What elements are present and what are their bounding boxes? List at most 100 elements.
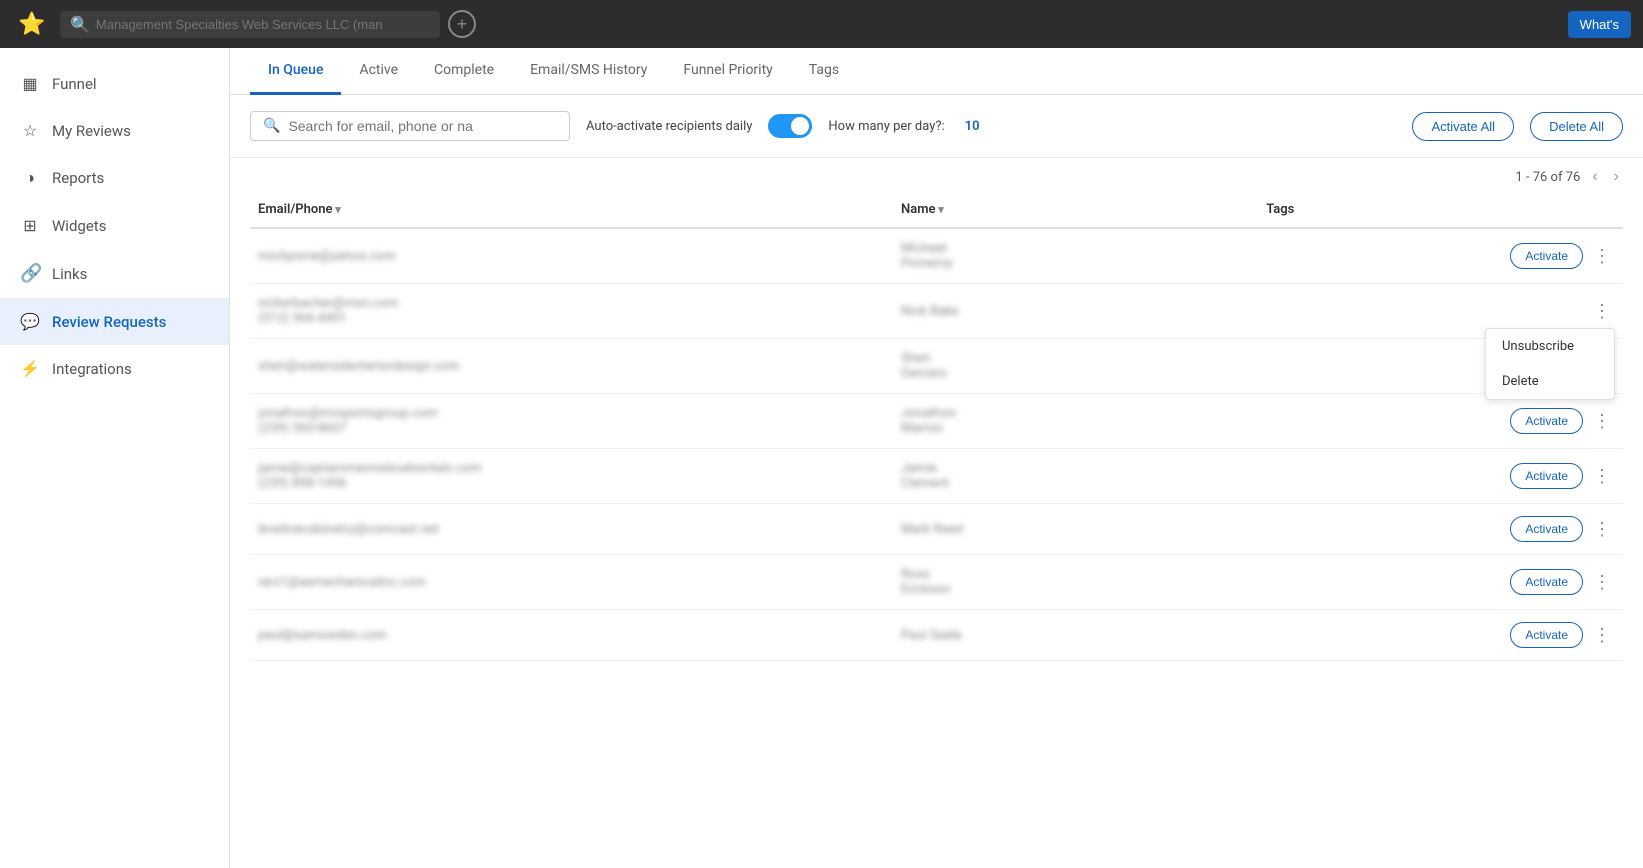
how-many-label: How many per day?: <box>828 119 944 134</box>
sidebar-item-integrations[interactable]: ⚡ Integrations <box>0 345 229 392</box>
cell-email-phone: paul@samowden.com <box>250 610 893 661</box>
cell-tags <box>1258 610 1473 661</box>
more-options-button[interactable]: ⋮ <box>1589 571 1615 593</box>
cell-email-phone: rars1@aemechanicalinc.com <box>250 555 893 610</box>
more-options-button[interactable]: ⋮ <box>1589 518 1615 540</box>
table-container: Email/Phone Name Tags michpome@yahoo.com… <box>230 192 1643 868</box>
dropdown-delete[interactable]: Delete <box>1486 364 1614 399</box>
sidebar-item-label: Funnel <box>52 75 97 93</box>
table-row: jonathon@mvsportsgroup.com(239) 360-8607… <box>250 394 1623 449</box>
topbar-search-box[interactable]: 🔍 <box>60 11 440 38</box>
tab-in-queue[interactable]: In Queue <box>250 48 341 95</box>
more-options-button[interactable]: ⋮ <box>1589 410 1615 432</box>
table-row: levelinecabinetry@comcast.netMark Reed A… <box>250 504 1623 555</box>
cell-email-phone: nickerbacher@msn.com(512) 366-4401 <box>250 284 893 339</box>
cell-email-phone: sheri@watersidenteriordesign.com <box>250 339 893 394</box>
sidebar-item-label: Widgets <box>52 217 106 235</box>
pagination-row: 1 - 76 of 76 ‹ › <box>230 158 1643 192</box>
cell-actions: Activate ⋮ <box>1473 610 1623 661</box>
cell-tags <box>1258 449 1473 504</box>
sidebar-item-label: Links <box>52 265 87 283</box>
pagination-next-button[interactable]: › <box>1610 166 1623 188</box>
cell-name: RossErickson <box>893 555 1258 610</box>
cell-name: JonathonMarron <box>893 394 1258 449</box>
auto-activate-toggle[interactable] <box>768 114 812 138</box>
pagination-prev-button[interactable]: ‹ <box>1588 166 1601 188</box>
sidebar-item-widgets[interactable]: ⊞ Widgets <box>0 202 229 249</box>
cell-tags <box>1258 339 1473 394</box>
tab-complete[interactable]: Complete <box>416 48 512 95</box>
row-dropdown-menu: Unsubscribe Delete <box>1485 328 1615 400</box>
cell-name: JamieClement <box>893 449 1258 504</box>
sidebar-item-label: My Reviews <box>52 122 131 140</box>
dropdown-unsubscribe[interactable]: Unsubscribe <box>1486 329 1614 364</box>
cell-actions: Activate ⋮ <box>1473 504 1623 555</box>
search-box[interactable]: 🔍 <box>250 111 570 141</box>
tab-active[interactable]: Active <box>341 48 416 95</box>
cell-email-phone: jonathon@mvsportsgroup.com(239) 360-8607 <box>250 394 893 449</box>
more-options-button[interactable]: ⋮ <box>1589 300 1615 322</box>
cell-tags <box>1258 394 1473 449</box>
cell-actions: Activate ⋮ <box>1473 228 1623 284</box>
how-many-value: 10 <box>965 119 980 134</box>
table-row: michpome@yahoo.comMichaelPomeroy Activat… <box>250 228 1623 284</box>
col-name[interactable]: Name <box>893 192 1258 228</box>
col-actions <box>1473 192 1623 228</box>
cell-actions: Activate ⋮ <box>1473 394 1623 449</box>
activate-button[interactable]: Activate <box>1510 408 1583 434</box>
sidebar-item-funnel[interactable]: ▦ Funnel <box>0 60 229 107</box>
sidebar-item-links[interactable]: 🔗 Links <box>0 249 229 298</box>
cell-email-phone: jamie@captainmannisboatrentals.com(239) … <box>250 449 893 504</box>
more-options-button[interactable]: ⋮ <box>1589 465 1615 487</box>
recipients-table: Email/Phone Name Tags michpome@yahoo.com… <box>250 192 1623 661</box>
cell-tags <box>1258 504 1473 555</box>
tab-email-sms-history[interactable]: Email/SMS History <box>512 48 665 95</box>
activate-button[interactable]: Activate <box>1510 622 1583 648</box>
more-options-button[interactable]: ⋮ <box>1589 245 1615 267</box>
sidebar-item-my-reviews[interactable]: ☆ My Reviews <box>0 107 229 154</box>
cell-email-phone: michpome@yahoo.com <box>250 228 893 284</box>
sidebar-item-label: Review Requests <box>52 313 166 331</box>
table-row: rars1@aemechanicalinc.comRossErickson Ac… <box>250 555 1623 610</box>
integrations-icon: ⚡ <box>20 359 40 378</box>
topbar-search-input[interactable] <box>96 17 430 32</box>
table-row: paul@samowden.comPaul Saale Activate ⋮ <box>250 610 1623 661</box>
cell-name: Mark Reed <box>893 504 1258 555</box>
review-requests-icon: 💬 <box>20 312 40 331</box>
more-options-button[interactable]: ⋮ <box>1589 624 1615 646</box>
sidebar-item-review-requests[interactable]: 💬 Review Requests <box>0 298 229 345</box>
activate-button[interactable]: Activate <box>1510 243 1583 269</box>
auto-activate-label: Auto-activate recipients daily <box>586 119 752 134</box>
cell-tags <box>1258 284 1473 339</box>
funnel-icon: ▦ <box>20 74 40 93</box>
activate-button[interactable]: Activate <box>1510 516 1583 542</box>
activate-button[interactable]: Activate <box>1510 463 1583 489</box>
search-input[interactable] <box>288 118 557 134</box>
star-icon: ☆ <box>20 121 40 140</box>
cell-tags <box>1258 228 1473 284</box>
main-layout: ▦ Funnel ☆ My Reviews ◑ Reports ⊞ Widget… <box>0 48 1643 868</box>
table-row: jamie@captainmannisboatrentals.com(239) … <box>250 449 1623 504</box>
links-icon: 🔗 <box>20 263 40 284</box>
widgets-icon: ⊞ <box>20 216 40 235</box>
table-row: nickerbacher@msn.com(512) 366-4401Nick B… <box>250 284 1623 339</box>
activate-all-button[interactable]: Activate All <box>1412 112 1514 141</box>
col-tags: Tags <box>1258 192 1473 228</box>
cell-name: Paul Saale <box>893 610 1258 661</box>
col-email-phone[interactable]: Email/Phone <box>250 192 893 228</box>
whats-button[interactable]: What's <box>1568 11 1631 38</box>
sidebar-item-reports[interactable]: ◑ Reports <box>0 154 229 202</box>
sidebar-item-label: Reports <box>52 169 104 187</box>
logo: ⭐ <box>12 6 52 42</box>
pagination-text: 1 - 76 of 76 <box>1515 170 1580 185</box>
add-button[interactable]: + <box>448 10 476 38</box>
sidebar-item-label: Integrations <box>52 360 132 378</box>
delete-all-button[interactable]: Delete All <box>1530 112 1623 141</box>
cell-name: MichaelPomeroy <box>893 228 1258 284</box>
activate-button[interactable]: Activate <box>1510 569 1583 595</box>
tab-funnel-priority[interactable]: Funnel Priority <box>665 48 790 95</box>
cell-actions: ⋮ Unsubscribe Delete <box>1473 284 1623 339</box>
toolbar: 🔍 Auto-activate recipients daily How man… <box>230 95 1643 158</box>
tab-tags[interactable]: Tags <box>791 48 857 95</box>
cell-actions: Activate ⋮ <box>1473 555 1623 610</box>
